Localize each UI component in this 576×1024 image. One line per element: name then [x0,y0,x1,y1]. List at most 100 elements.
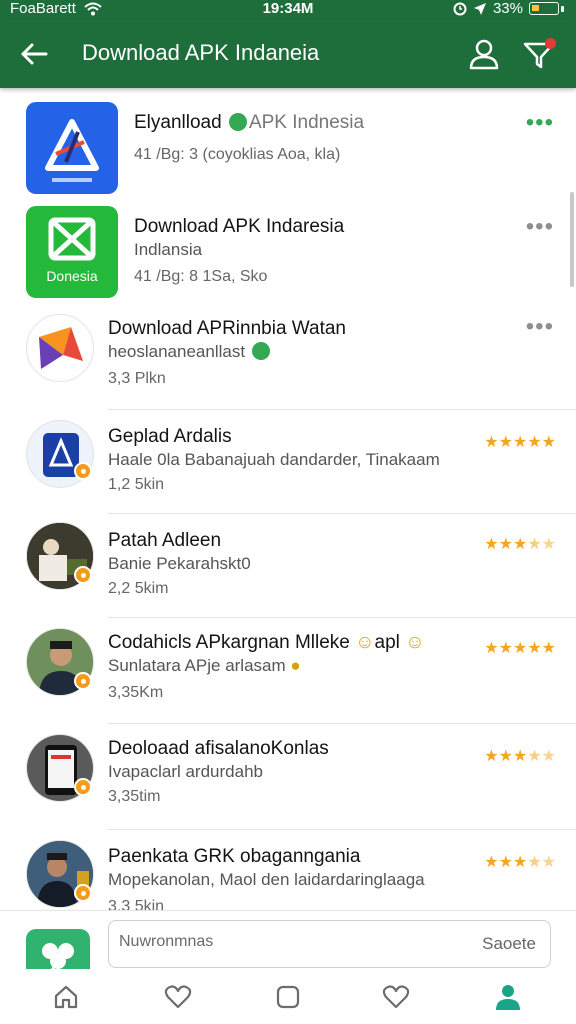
star-icon: ★ [484,748,499,765]
search-input[interactable] [119,933,449,951]
verified-badge-icon [74,884,92,902]
star-icon: ★ [512,854,528,871]
star-icon: ★ [527,748,542,765]
star-icon: ★ [484,640,499,657]
verified-badge-icon [74,778,92,796]
list-item[interactable]: Patah Adleen Banie Pekarahskt0 2,2 5kim … [0,514,576,618]
status-bar: FoaBarett 19:34M 33% [0,0,576,20]
app-meta: 41 /Bg: 8 1Sa, Sko [134,268,268,285]
app-title-suffix: apl [374,632,400,653]
verified-badge-icon [74,672,92,690]
location-arrow-icon [473,2,486,15]
star-icon: ★ [484,854,499,871]
nav-apps[interactable] [268,979,308,1015]
search-box: Saoete [108,920,551,968]
star-icon: ★ [541,536,556,553]
app-title-text: Codahicls APkargnan Mlleke [108,632,350,653]
profile-button[interactable] [466,36,502,72]
app-list: Elyanlload APK Indnesia 41 /Bg: 3 (coyok… [0,88,576,910]
star-icon: ★ [541,640,556,657]
list-item[interactable]: Elyanlload APK Indnesia 41 /Bg: 3 (coyok… [0,88,576,198]
smiley-icon: ☺ [405,632,425,653]
app-title: Geplad Ardalis [108,426,232,447]
star-icon: ★ [512,536,528,553]
envelope-logo-green-icon: Donesia [26,206,118,298]
user-icon [496,985,520,1010]
list-item[interactable]: Paenkata GRK obaganngania Mopekanolan, M… [0,830,576,910]
app-subtitle-text: Sunlatara APje arlasam [108,656,286,675]
app-meta: 3,35Km [108,684,164,701]
app-title: Download APRinnbia Watan [108,318,346,339]
more-options-icon[interactable]: ••• [526,215,554,239]
page-title: Download APK Indaneia [82,40,320,65]
emoji-icon: ● [290,656,301,675]
star-rating: ★★★★★ [484,852,556,872]
app-subtitle: Ivapaclarl ardurdahb [108,762,263,781]
star-rating: ★★★★★ [484,432,556,452]
alarm-icon [453,2,467,15]
star-icon: ★ [512,640,528,657]
app-meta: 3,35tim [108,788,161,805]
app-subtitle: Indlansia [134,240,203,259]
list-item[interactable]: Donesia Download APK Indaresia Indlansia… [0,198,576,306]
app-bar: Download APK Indaneia [0,20,576,88]
star-icon: ★ [498,748,513,765]
star-icon: ★ [498,434,513,451]
more-options-icon[interactable]: ••• [526,111,554,135]
app-title: Codahicls APkargnan Mlleke ☺apl ☺ [108,632,425,654]
star-icon: ★ [541,434,556,451]
search-button[interactable]: Saoete [482,934,536,954]
back-button[interactable] [16,36,52,72]
leaf-badge-icon [228,113,247,131]
bottom-panel: Saoete [0,910,576,1024]
app-badge-text: APK Indnesia [248,112,365,133]
app-subtitle: Banie Pekarahskt0 [108,554,251,573]
app-subtitle: Mopekanolan, Maol den laidardaringlaaga [108,870,425,889]
nav-home[interactable] [46,979,86,1015]
app-meta: 3,3 5kin [108,898,165,910]
home-icon [54,985,78,1009]
more-options-icon[interactable]: ••• [526,315,554,339]
battery-percent: 33% [492,0,523,17]
star-icon: ★ [498,640,513,657]
star-rating: ★★★★★ [484,746,556,766]
battery-tip [561,5,564,12]
star-rating: ★★★★★ [484,534,556,554]
app-subtitle: Sunlatara APje arlasam ● [108,656,301,676]
list-item[interactable]: Geplad Ardalis Haale 0la Babanajuah dand… [0,410,576,514]
star-icon: ★ [512,434,528,451]
list-item[interactable]: Codahicls APkargnan Mlleke ☺apl ☺ Sunlat… [0,618,576,724]
app-title: Patah Adleen [108,530,222,551]
battery-icon [529,2,559,15]
heart-icon [164,985,192,1009]
list-item[interactable]: Deoloaad afisalanoKonlas Ivapaclarl ardu… [0,724,576,830]
star-icon: ★ [527,434,542,451]
nav-likes[interactable] [376,979,416,1015]
arrow-left-icon [21,43,48,65]
notification-dot [545,38,556,49]
filter-button[interactable] [522,36,560,74]
triangle-logo-blue-icon [26,102,118,194]
status-right: 33% [453,0,564,17]
list-scrollbar[interactable] [570,192,574,287]
user-outline-icon [469,39,499,70]
star-icon: ★ [484,434,499,451]
smiley-icon: ☺ [355,632,375,653]
app-title: Elyanlload APK Indnesia [134,112,364,134]
app-meta: 41 /Bg: 3 (coyoklias Aoa, kla) [134,146,341,163]
icon-caption: Donesia [46,268,98,284]
square-icon [276,985,300,1009]
bottom-nav [0,969,576,1024]
app-title: Paenkata GRK obaganngania [108,846,361,867]
star-icon: ★ [527,640,542,657]
star-icon: ★ [527,854,542,871]
app-title: Deoloaad afisalanoKonlas [108,738,329,759]
list-item[interactable]: Download APRinnbia Watan heoslananeanlla… [0,306,576,410]
nav-favorites[interactable] [158,979,198,1015]
app-meta: 2,2 5kim [108,580,169,597]
star-icon: ★ [498,854,513,871]
nav-profile[interactable] [488,979,528,1015]
app-title: Download APK Indaresia [134,216,345,237]
star-icon: ★ [498,536,513,553]
app-subtitle-text: heoslananeanllast [108,342,246,361]
